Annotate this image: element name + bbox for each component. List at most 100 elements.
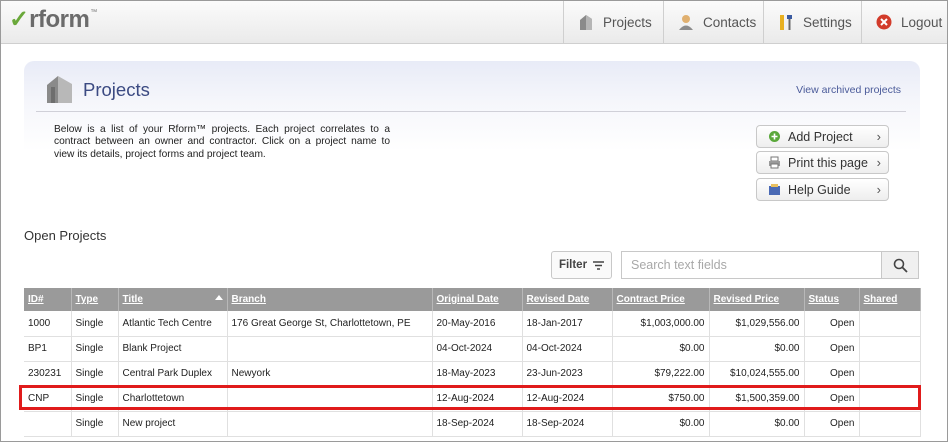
cell-shared	[859, 336, 921, 362]
cell-contract-price: $1,003,000.00	[612, 311, 710, 337]
rform-logo[interactable]: ✓ rform ™	[9, 7, 97, 37]
search-input[interactable]	[621, 251, 881, 279]
cell-title[interactable]: Charlottetown	[118, 386, 228, 412]
col-revised-price[interactable]: Revised Price	[709, 288, 805, 311]
add-project-button[interactable]: Add Project ›	[756, 125, 889, 148]
cell-contract-price: $750.00	[612, 386, 710, 412]
col-status[interactable]: Status	[804, 288, 860, 311]
col-title-label: Title	[122, 294, 143, 305]
help-guide-icon	[768, 183, 781, 196]
col-original-date[interactable]: Original Date	[432, 288, 523, 311]
cell-status: Open	[804, 386, 860, 412]
projects-table: ID# Type Title Branch Original Date Revi…	[24, 288, 921, 437]
logout-x-icon	[875, 13, 893, 31]
cell-revised-price: $1,029,556.00	[709, 311, 805, 337]
col-branch[interactable]: Branch	[227, 288, 433, 311]
nav-logout[interactable]: Logout	[861, 1, 947, 43]
col-shared[interactable]: Shared	[859, 288, 921, 311]
nav-settings[interactable]: Settings	[763, 1, 861, 43]
table-row-highlighted[interactable]: CNP Single Charlottetown 12-Aug-2024 12-…	[24, 386, 921, 412]
cell-title[interactable]: New project	[118, 411, 228, 437]
top-bar: ✓ rform ™ Projects Contacts Settings Log…	[1, 1, 947, 44]
main-nav: Projects Contacts Settings Logout	[563, 1, 947, 43]
nav-logout-label: Logout	[901, 14, 943, 30]
nav-projects[interactable]: Projects	[563, 1, 663, 43]
cell-branch	[227, 336, 433, 362]
cell-revised-date: 23-Jun-2023	[522, 361, 613, 387]
col-contract-price[interactable]: Contract Price	[612, 288, 710, 311]
building-icon	[577, 13, 595, 31]
table-row[interactable]: 230231 Single Central Park Duplex Newyor…	[24, 361, 921, 387]
nav-contacts[interactable]: Contacts	[663, 1, 763, 43]
col-type[interactable]: Type	[71, 288, 119, 311]
cell-id	[24, 411, 72, 437]
cell-revised-date: 04-Oct-2024	[522, 336, 613, 362]
cell-branch: 176 Great George St, Charlottetown, PE	[227, 311, 433, 337]
help-guide-label: Help Guide	[788, 182, 851, 197]
cell-id: 1000	[24, 311, 72, 337]
cell-title[interactable]: Atlantic Tech Centre	[118, 311, 228, 337]
contact-person-icon	[677, 13, 695, 31]
cell-shared	[859, 411, 921, 437]
logo-tm: ™	[90, 9, 98, 16]
open-projects-heading: Open Projects	[24, 228, 107, 243]
cell-branch: Newyork	[227, 361, 433, 387]
col-id[interactable]: ID#	[24, 288, 72, 311]
add-icon	[768, 130, 781, 143]
col-revised-date[interactable]: Revised Date	[522, 288, 613, 311]
chevron-right-icon: ›	[876, 155, 881, 170]
print-page-button[interactable]: Print this page ›	[756, 151, 889, 174]
cell-type: Single	[71, 336, 119, 362]
cell-revised-price: $10,024,555.00	[709, 361, 805, 387]
cell-revised-price: $0.00	[709, 411, 805, 437]
table-row[interactable]: 1000 Single Atlantic Tech Centre 176 Gre…	[24, 311, 921, 337]
cell-type: Single	[71, 311, 119, 337]
add-project-label: Add Project	[788, 129, 853, 144]
cell-type: Single	[71, 411, 119, 437]
cell-original-date: 18-Sep-2024	[432, 411, 523, 437]
table-row[interactable]: Single New project 18-Sep-2024 18-Sep-20…	[24, 411, 921, 437]
help-guide-button[interactable]: Help Guide ›	[756, 178, 889, 201]
app-window: ✓ rform ™ Projects Contacts Settings Log…	[0, 0, 948, 442]
cell-original-date: 04-Oct-2024	[432, 336, 523, 362]
cell-shared	[859, 311, 921, 337]
cell-contract-price: $0.00	[612, 336, 710, 362]
search-icon	[893, 258, 908, 273]
chevron-right-icon: ›	[876, 129, 881, 144]
table-row[interactable]: BP1 Single Blank Project 04-Oct-2024 04-…	[24, 336, 921, 362]
col-title[interactable]: Title	[118, 288, 228, 311]
cell-original-date: 12-Aug-2024	[432, 386, 523, 412]
nav-projects-label: Projects	[603, 14, 652, 30]
cell-contract-price: $79,222.00	[612, 361, 710, 387]
cell-id: 230231	[24, 361, 72, 387]
cell-revised-price: $1,500,359.00	[709, 386, 805, 412]
nav-contacts-label: Contacts	[703, 14, 757, 30]
cell-revised-date: 18-Sep-2024	[522, 411, 613, 437]
printer-icon	[768, 156, 781, 169]
cell-original-date: 20-May-2016	[432, 311, 523, 337]
cell-revised-date: 12-Aug-2024	[522, 386, 613, 412]
cell-contract-price: $0.00	[612, 411, 710, 437]
cell-branch	[227, 411, 433, 437]
cell-shared	[859, 386, 921, 412]
view-archived-link[interactable]: View archived projects	[796, 84, 901, 96]
filter-button[interactable]: Filter	[551, 251, 612, 279]
print-page-label: Print this page	[788, 155, 868, 170]
search-button[interactable]	[881, 251, 919, 279]
cell-type: Single	[71, 386, 119, 412]
cell-title[interactable]: Central Park Duplex	[118, 361, 228, 387]
cell-title[interactable]: Blank Project	[118, 336, 228, 362]
tools-icon	[777, 13, 795, 31]
cell-branch	[227, 386, 433, 412]
filter-label: Filter	[558, 259, 588, 271]
cell-type: Single	[71, 361, 119, 387]
cell-status: Open	[804, 336, 860, 362]
chevron-right-icon: ›	[876, 182, 881, 197]
intro-text: Below is a list of your Rform™ projects.…	[54, 124, 390, 160]
cell-status: Open	[804, 411, 860, 437]
projects-building-icon	[47, 76, 72, 103]
header-divider	[36, 111, 906, 112]
cell-revised-date: 18-Jan-2017	[522, 311, 613, 337]
cell-revised-price: $0.00	[709, 336, 805, 362]
nav-settings-label: Settings	[803, 14, 852, 30]
